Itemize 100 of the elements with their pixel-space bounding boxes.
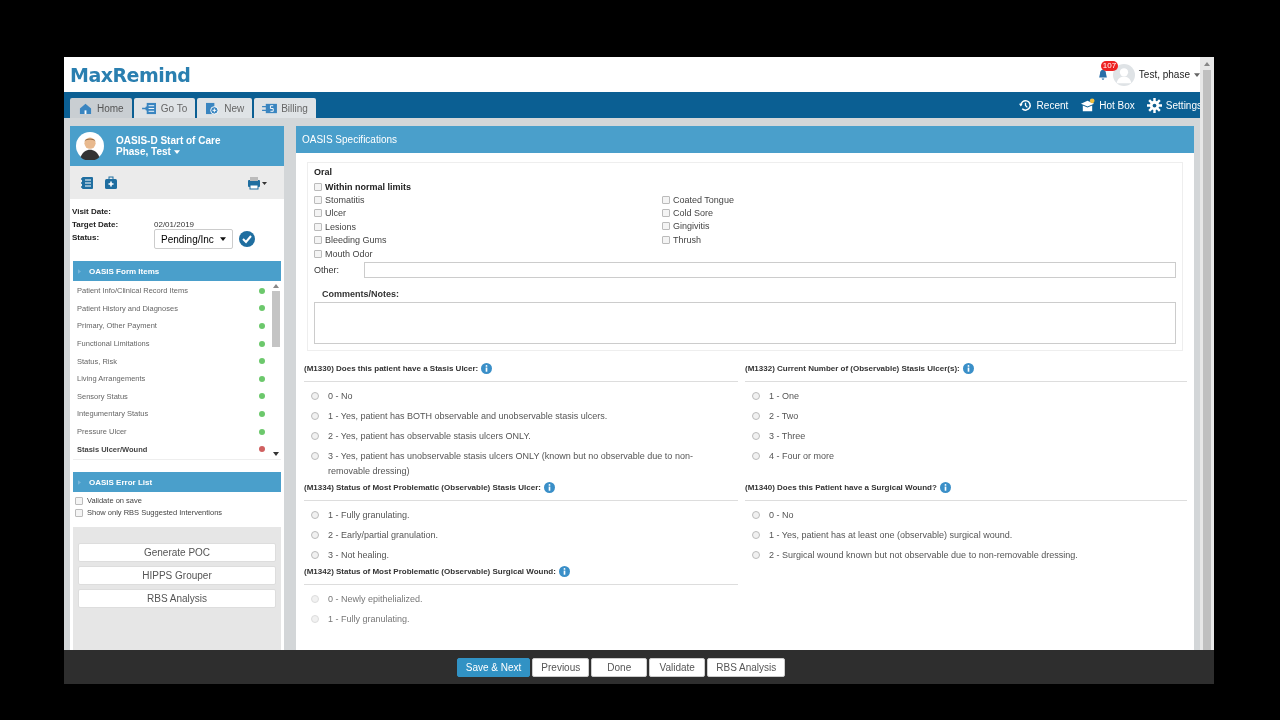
radio-button[interactable]	[311, 551, 319, 560]
radio-button[interactable]	[752, 551, 760, 560]
checkbox[interactable]	[314, 182, 322, 191]
radio-button[interactable]	[752, 412, 760, 421]
nav-tab[interactable]: Billing	[254, 98, 316, 118]
info-icon[interactable]	[962, 363, 974, 375]
checkbox[interactable]	[75, 508, 83, 517]
action-button[interactable]: Previous	[532, 657, 590, 677]
dollar-card-icon	[262, 101, 278, 115]
option-label: 2 - Yes, patient has observable stasis ulcers ONLY.	[328, 430, 531, 444]
option-label: 3 - Yes, patient has unobservable stasis ulcers ONLY (known but no observable due to non-removable dressing)	[328, 450, 694, 479]
check-circle-icon[interactable]	[238, 231, 255, 247]
checkbox-label: Mouth Odor	[325, 248, 373, 259]
box-icon	[1080, 97, 1096, 113]
visit-title: OASIS-D Start of Care	[116, 135, 221, 146]
radio-button[interactable]	[311, 412, 319, 421]
question-title: (M1340) Does this Patient have a Surgical Wound?	[745, 483, 937, 493]
info-icon[interactable]	[558, 566, 570, 578]
checkbox[interactable]	[75, 496, 83, 505]
scroll-up-icon[interactable]	[1204, 62, 1210, 66]
checkbox[interactable]	[314, 209, 322, 218]
radio-button[interactable]	[752, 531, 760, 540]
patient-avatar-icon	[76, 132, 104, 160]
panel-button[interactable]: HIPPS Grouper	[78, 566, 276, 585]
print-menu-icon[interactable]	[246, 175, 268, 190]
option-label: 0 - No	[769, 509, 794, 523]
nav-link[interactable]: Hot Box	[1080, 97, 1135, 113]
checkbox[interactable]	[662, 235, 670, 244]
question-title: (M1334) Status of Most Problematic (Observable) Stasis Ulcer:	[304, 483, 541, 493]
radio-button[interactable]	[752, 452, 760, 461]
nav-link[interactable]: Recent	[1017, 97, 1069, 113]
action-button[interactable]: Validate	[649, 657, 706, 677]
option-label: 4 - Four or more	[769, 450, 835, 464]
nav-tab[interactable]: Go To	[133, 98, 196, 118]
radio-button[interactable]	[311, 511, 319, 520]
radio-button[interactable]	[311, 452, 319, 461]
checkbox[interactable]	[662, 222, 670, 231]
text-area[interactable]	[314, 302, 1176, 345]
logo[interactable]: MaxRemind	[70, 63, 191, 86]
checkbox[interactable]	[314, 196, 322, 205]
radio-button[interactable]	[752, 432, 760, 441]
field-label: Status:	[72, 233, 101, 242]
info-icon[interactable]	[543, 482, 555, 494]
action-button[interactable]: Done	[591, 657, 648, 677]
option-label: 3 - Three	[769, 430, 806, 444]
field-label: Visit Date:	[72, 207, 112, 216]
status-dropdown[interactable]: Pending/Inc	[154, 229, 233, 249]
caret-icon	[1194, 72, 1200, 77]
user-menu[interactable]: Test, phase	[1138, 69, 1200, 80]
checkbox-label: Within normal limits	[325, 181, 411, 192]
caret-icon	[173, 149, 180, 154]
radio-button[interactable]	[311, 432, 319, 441]
action-button[interactable]: Save & Next	[456, 657, 531, 677]
checkbox-label: Gingivitis	[673, 221, 710, 232]
checkbox[interactable]	[662, 195, 670, 204]
question-title: (M1332) Current Number of (Observable) Stasis Ulcer(s):	[745, 364, 960, 374]
checkbox[interactable]	[314, 236, 322, 245]
caret-icon	[219, 237, 226, 241]
document-plus-icon	[205, 101, 221, 115]
settings-icon	[1146, 97, 1162, 113]
fieldset-title: Oral	[314, 167, 333, 177]
nav-tab[interactable]: New	[197, 98, 253, 118]
history-icon	[1017, 97, 1033, 113]
action-button[interactable]: RBS Analysis	[707, 657, 786, 677]
notification-badge: 107	[1100, 60, 1119, 71]
checkbox-label: Lesions	[325, 221, 357, 232]
radio-button[interactable]	[752, 511, 760, 520]
option-label: 1 - Fully granulating.	[328, 509, 410, 523]
scroll-down-icon[interactable]	[273, 452, 279, 456]
panel-button[interactable]: Generate POC	[78, 543, 276, 562]
option-label: 2 - Two	[769, 410, 799, 424]
checkbox-label: Bleeding Gums	[325, 235, 387, 246]
info-icon[interactable]	[939, 482, 951, 494]
option-label: 1 - Yes, patient has BOTH observable and unobservable stasis ulcers.	[328, 410, 608, 424]
radio-button[interactable]	[752, 392, 760, 401]
checkbox[interactable]	[314, 249, 322, 258]
medical-kit-icon[interactable]	[104, 175, 118, 190]
notebook-icon[interactable]	[80, 175, 94, 190]
field-label: Target Date:	[72, 220, 120, 229]
list-arrow-icon	[141, 101, 157, 115]
scroll-up-icon[interactable]	[273, 284, 279, 288]
target-date-value: 02/01/2019	[154, 220, 195, 229]
info-icon[interactable]	[481, 363, 493, 375]
option-label: 1 - Yes, patient has at least one (observable) surgical wound.	[769, 529, 1013, 543]
radio-button[interactable]	[311, 392, 319, 401]
bell-icon[interactable]	[1096, 68, 1109, 81]
checkbox[interactable]	[314, 222, 322, 231]
option-label: 1 - One	[769, 390, 799, 404]
field-label: Other:	[314, 265, 340, 276]
radio-button[interactable]	[311, 531, 319, 540]
scrollbar[interactable]	[1200, 57, 1214, 650]
checkbox-label: Ulcer	[325, 208, 346, 219]
caret-icon	[78, 268, 81, 274]
home-icon	[78, 101, 93, 115]
checkbox[interactable]	[662, 209, 670, 218]
nav-tab[interactable]: Home	[70, 98, 132, 118]
checkbox-label: Cold Sore	[673, 208, 714, 219]
input-field[interactable]	[364, 262, 1176, 279]
option-label: 0 - No	[328, 390, 353, 404]
panel-button[interactable]: RBS Analysis	[78, 589, 276, 608]
